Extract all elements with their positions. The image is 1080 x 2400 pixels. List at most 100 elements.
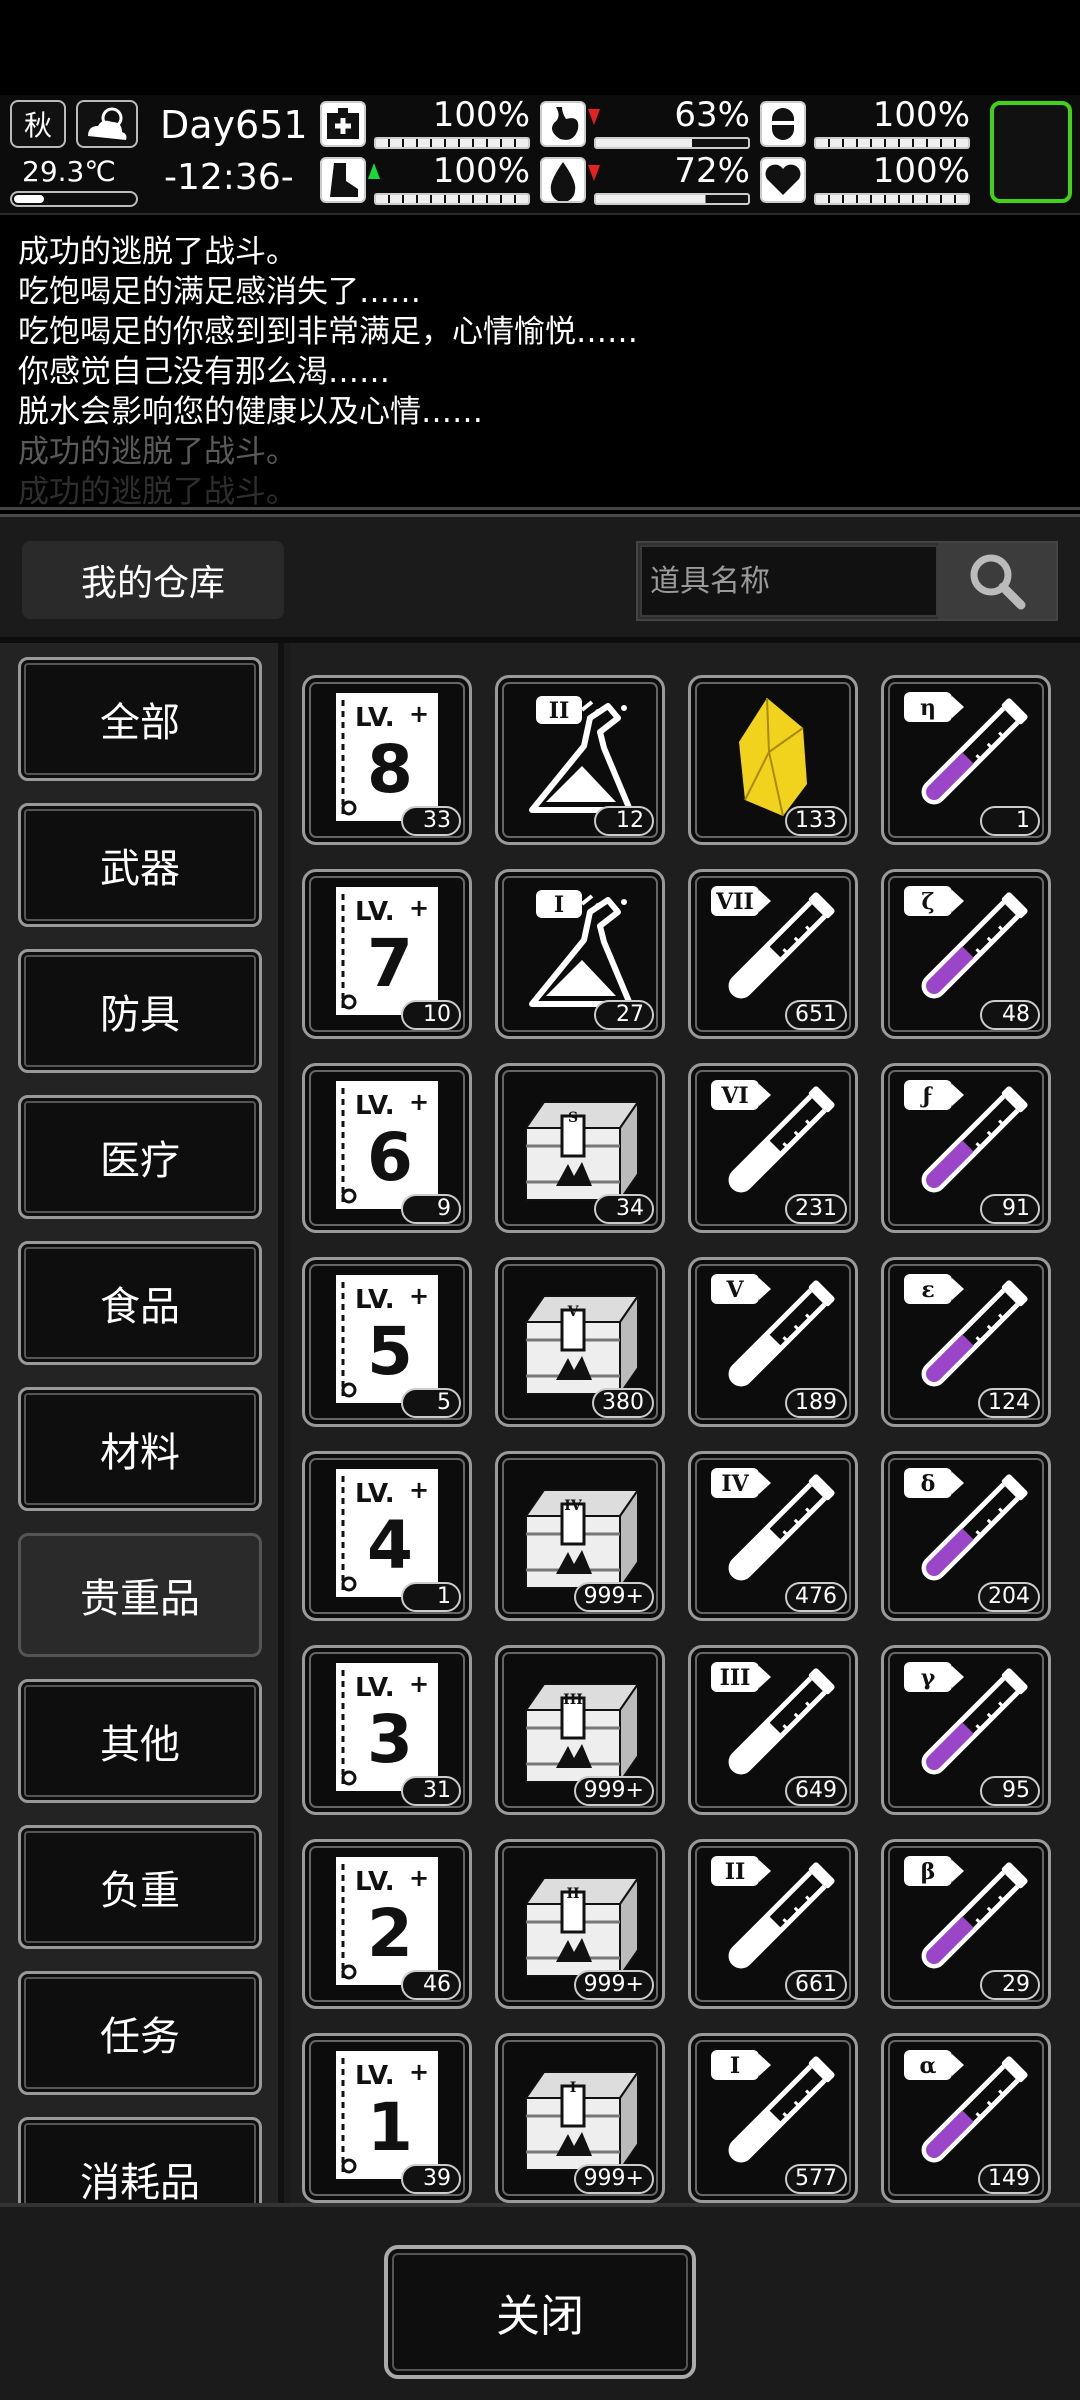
armor-bar bbox=[814, 137, 970, 149]
item-count-badge: 95 bbox=[980, 1776, 1040, 1806]
svg-text:LV.: LV. bbox=[355, 897, 395, 927]
item-count-badge: 999+ bbox=[573, 1970, 654, 2000]
inventory-slot[interactable]: LV. + 7 10 bbox=[302, 869, 472, 1039]
trend-down-icon bbox=[588, 165, 600, 181]
item-count-badge: 380 bbox=[592, 1388, 654, 1418]
item-count-badge: 46 bbox=[401, 1970, 461, 2000]
inventory-slot[interactable]: III 649 bbox=[688, 1645, 858, 1815]
inventory-slot[interactable]: LV. + 8 33 bbox=[302, 675, 472, 845]
inventory-slot[interactable]: I 999+ bbox=[495, 2033, 665, 2203]
category-tab[interactable]: 消耗品 bbox=[18, 2117, 262, 2203]
item-grid[interactable]: LV. + 8 33 II 12 133 η 1 LV. + 7 10 I 27… bbox=[290, 643, 1080, 2203]
health-bar bbox=[374, 137, 530, 149]
inventory-slot[interactable]: III 999+ bbox=[495, 1645, 665, 1815]
temperature-readout: 29.3℃ bbox=[22, 155, 116, 188]
item-count-badge: 133 bbox=[785, 806, 847, 836]
inventory-slot[interactable]: α 149 bbox=[881, 2033, 1051, 2203]
thirst-stat: 72% bbox=[540, 151, 750, 207]
inventory-slot[interactable]: LV. + 4 1 bbox=[302, 1451, 472, 1621]
inventory-slot[interactable]: V 380 bbox=[495, 1257, 665, 1427]
close-button[interactable]: 关闭 bbox=[384, 2245, 696, 2379]
item-count-badge: 10 bbox=[401, 1000, 461, 1030]
day-counter: Day651 bbox=[160, 103, 308, 147]
quick-slot-button[interactable] bbox=[990, 101, 1072, 203]
inventory-slot[interactable]: IV 999+ bbox=[495, 1451, 665, 1621]
search-icon bbox=[970, 554, 1026, 610]
category-tab[interactable]: 医疗 bbox=[18, 1095, 262, 1219]
log-line: 吃饱喝足的满足感消失了…… bbox=[18, 274, 421, 310]
inventory-slot[interactable]: δ 204 bbox=[881, 1451, 1051, 1621]
category-tab[interactable]: 武器 bbox=[18, 803, 262, 927]
svg-text:V: V bbox=[725, 1277, 744, 1303]
warehouse-panel: 我的仓库 全部武器防具医疗食品材料贵重品其他负重任务消耗品 LV. + 8 33… bbox=[0, 514, 1080, 2400]
svg-text:3: 3 bbox=[367, 1701, 413, 1778]
temperature-bar bbox=[10, 191, 138, 207]
inventory-slot[interactable]: β 29 bbox=[881, 1839, 1051, 2009]
category-tab[interactable]: 材料 bbox=[18, 1387, 262, 1511]
svg-text:ζ: ζ bbox=[921, 889, 934, 915]
svg-text:7: 7 bbox=[367, 925, 413, 1002]
svg-text:+: + bbox=[409, 1088, 429, 1116]
category-tab[interactable]: 负重 bbox=[18, 1825, 262, 1949]
inventory-slot[interactable]: LV. + 3 31 bbox=[302, 1645, 472, 1815]
svg-text:+: + bbox=[409, 1864, 429, 1892]
svg-text:2: 2 bbox=[367, 1895, 413, 1972]
inventory-slot[interactable]: ϝ 91 bbox=[881, 1063, 1051, 1233]
mood-bar bbox=[814, 193, 970, 205]
category-tab[interactable]: 全部 bbox=[18, 657, 262, 781]
inventory-slot[interactable]: II 661 bbox=[688, 1839, 858, 2009]
svg-text:ε: ε bbox=[921, 1277, 934, 1303]
season-label: 秋 bbox=[23, 109, 52, 142]
svg-text:II: II bbox=[549, 698, 570, 724]
svg-text:LV.: LV. bbox=[355, 2061, 395, 2091]
inventory-slot[interactable]: I 577 bbox=[688, 2033, 858, 2203]
category-tab[interactable]: 任务 bbox=[18, 1971, 262, 2095]
inventory-slot[interactable]: ζ 48 bbox=[881, 869, 1051, 1039]
inventory-slot[interactable]: VII 651 bbox=[688, 869, 858, 1039]
inventory-slot[interactable]: η 1 bbox=[881, 675, 1051, 845]
search-button[interactable] bbox=[938, 543, 1056, 619]
category-tab[interactable]: 其他 bbox=[18, 1679, 262, 1803]
svg-text:+: + bbox=[409, 1670, 429, 1698]
log-line: 吃饱喝足的你感到到非常满足，心情愉悦…… bbox=[18, 314, 638, 350]
stamina-bar bbox=[374, 193, 530, 205]
item-count-badge: 189 bbox=[785, 1388, 847, 1418]
inventory-slot[interactable]: LV. + 6 9 bbox=[302, 1063, 472, 1233]
inventory-slot[interactable]: VI 231 bbox=[688, 1063, 858, 1233]
item-count-badge: 9 bbox=[401, 1194, 461, 1224]
inventory-slot[interactable]: LV. + 1 39 bbox=[302, 2033, 472, 2203]
inventory-slot[interactable]: IV 476 bbox=[688, 1451, 858, 1621]
svg-text:β: β bbox=[921, 1859, 936, 1885]
item-count-badge: 91 bbox=[980, 1194, 1040, 1224]
inventory-slot[interactable]: V 189 bbox=[688, 1257, 858, 1427]
item-count-badge: 204 bbox=[978, 1582, 1040, 1612]
inventory-slot[interactable]: ε 124 bbox=[881, 1257, 1051, 1427]
inventory-slot[interactable]: II 999+ bbox=[495, 1839, 665, 2009]
inventory-slot[interactable]: γ 95 bbox=[881, 1645, 1051, 1815]
log-line: 成功的逃脱了战斗。 bbox=[18, 234, 297, 270]
category-tab[interactable]: 食品 bbox=[18, 1241, 262, 1365]
inventory-slot[interactable]: S 34 bbox=[495, 1063, 665, 1233]
svg-text:LV.: LV. bbox=[355, 1673, 395, 1703]
log-line: 脱水会影响您的健康以及心情…… bbox=[18, 394, 483, 430]
inventory-slot[interactable]: LV. + 5 5 bbox=[302, 1257, 472, 1427]
mood-stat: 100% bbox=[760, 151, 970, 207]
log-line: 成功的逃脱了战斗。 bbox=[18, 474, 297, 510]
svg-text:VII: VII bbox=[715, 889, 754, 915]
svg-text:LV.: LV. bbox=[355, 1285, 395, 1315]
inventory-slot[interactable]: LV. + 2 46 bbox=[302, 1839, 472, 2009]
item-count-badge: 1 bbox=[980, 806, 1040, 836]
search-input[interactable] bbox=[640, 545, 938, 617]
category-list[interactable]: 全部武器防具医疗食品材料贵重品其他负重任务消耗品 bbox=[0, 643, 284, 2203]
category-tab[interactable]: 防具 bbox=[18, 949, 262, 1073]
inventory-slot[interactable]: 133 bbox=[688, 675, 858, 845]
svg-text:I: I bbox=[570, 2080, 577, 2096]
inventory-slot[interactable]: II 12 bbox=[495, 675, 665, 845]
item-count-badge: 577 bbox=[785, 2164, 847, 2194]
game-clock: -12:36- bbox=[164, 157, 294, 198]
status-header: 秋 29.3℃ Day651 -12:36- 100% 63% 100% 100… bbox=[0, 95, 1080, 215]
svg-text:IV: IV bbox=[721, 1471, 749, 1497]
item-count-badge: 34 bbox=[594, 1194, 654, 1224]
category-tab[interactable]: 贵重品 bbox=[18, 1533, 262, 1657]
inventory-slot[interactable]: I 27 bbox=[495, 869, 665, 1039]
